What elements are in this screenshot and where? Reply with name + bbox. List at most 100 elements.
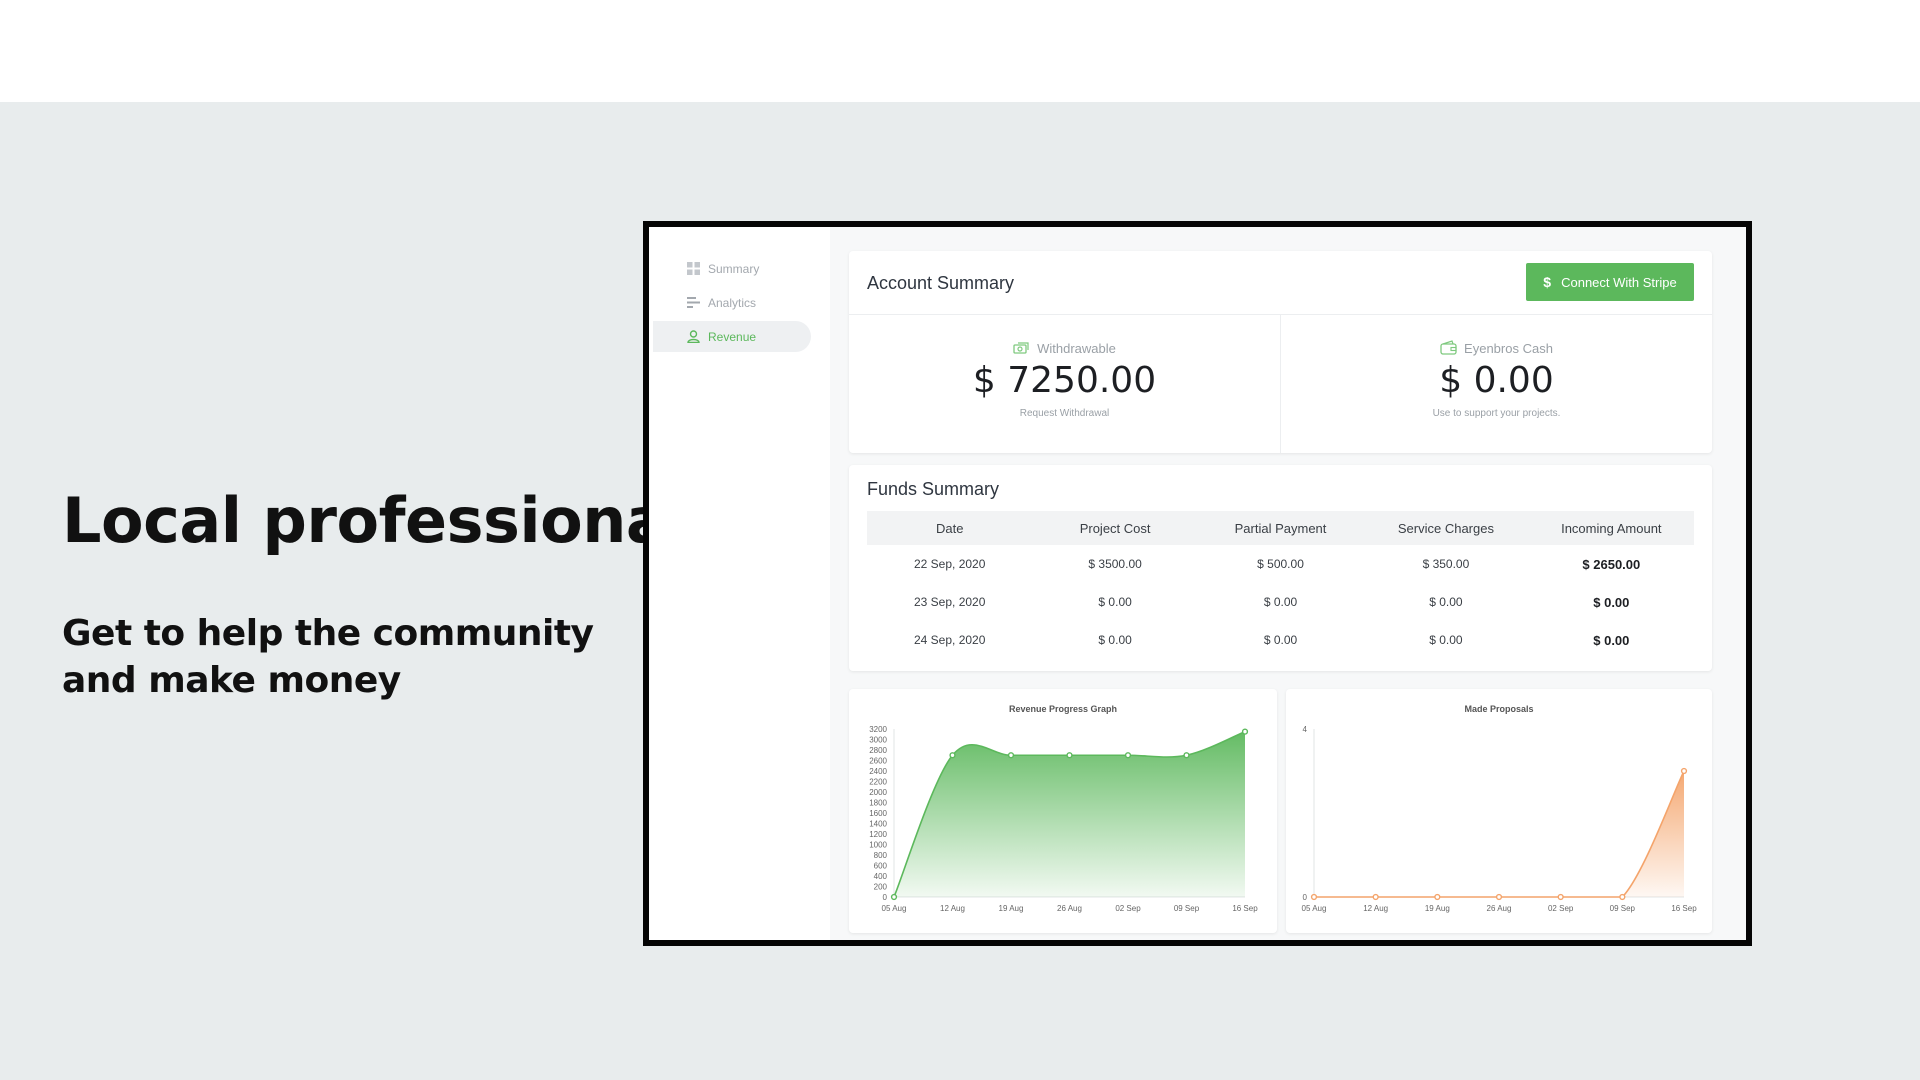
connect-stripe-button[interactable]: $ Connect With Stripe	[1526, 263, 1694, 301]
x-tick-label: 16 Sep	[1232, 904, 1258, 913]
funds-summary-card: Funds Summary Date Project Cost Partial …	[849, 465, 1712, 671]
y-tick-label: 400	[874, 872, 888, 881]
dollar-icon: $	[1543, 274, 1552, 290]
withdrawable-panel: Withdrawable $ 7250.00 Request Withdrawa…	[849, 314, 1280, 453]
sidebar-item-label: Analytics	[708, 295, 757, 310]
y-tick-label: 2800	[869, 746, 887, 755]
x-tick-label: 05 Aug	[882, 904, 907, 913]
x-tick-label: 05 Aug	[1302, 904, 1327, 913]
table-cell: 22 Sep, 2020	[914, 557, 986, 571]
sidebar-item-label: Summary	[708, 261, 760, 276]
withdrawable-amount: $ 7250.00	[972, 360, 1157, 401]
column-header: Partial Payment	[1234, 520, 1327, 536]
y-tick-label: 600	[874, 862, 888, 871]
data-point	[890, 893, 898, 901]
series-area	[1314, 771, 1684, 897]
y-tick-label: 200	[874, 883, 888, 892]
funds-table: Date Project Cost Partial Payment Servic…	[867, 511, 1694, 659]
data-point	[1124, 752, 1132, 759]
table-cell: $ 0.00	[1263, 633, 1298, 647]
grid-icon	[687, 262, 700, 275]
app-screenshot-frame: Summary Analytics Revenue Account Summar…	[643, 221, 1752, 946]
funds-summary-title: Funds Summary	[867, 479, 1000, 499]
x-tick-label: 09 Sep	[1174, 904, 1200, 913]
y-tick-label: 2400	[869, 767, 887, 776]
chart-title: Made Proposals	[1464, 704, 1533, 714]
table-cell: $ 0.00	[1429, 595, 1463, 609]
cash-label: Eyenbros Cash	[1464, 340, 1553, 356]
table-cell: 23 Sep, 2020	[914, 595, 986, 609]
column-header: Service Charges	[1397, 520, 1494, 536]
user-icon	[687, 330, 700, 343]
table-cell: $ 500.00	[1257, 557, 1304, 571]
table-cell: $ 0.00	[1098, 595, 1132, 609]
y-tick-label: 2600	[869, 757, 887, 766]
y-tick-label: 3000	[869, 736, 887, 745]
bars-icon	[687, 297, 700, 308]
made-proposals-chart: Made Proposals 0 4 05 Aug 12 Aug 19 Aug 26 Aug…	[1286, 689, 1712, 933]
sidebar-item-analytics[interactable]: Analytics	[653, 287, 811, 318]
y-tick-label: 1600	[869, 809, 887, 818]
y-tick-label: 800	[874, 851, 888, 860]
x-tick-label: 12 Aug	[940, 904, 965, 913]
connect-stripe-label: Connect With Stripe	[1561, 274, 1677, 290]
data-point	[1183, 752, 1190, 759]
column-header: Incoming Amount	[1561, 520, 1662, 536]
data-point	[1007, 752, 1015, 759]
y-tick-label: 2000	[869, 788, 887, 797]
sidebar-item-label: Revenue	[708, 329, 757, 344]
request-withdrawal-link[interactable]: Request Withdrawal	[849, 408, 1280, 419]
x-tick-label: 12 Aug	[1363, 904, 1388, 913]
series-line	[1313, 770, 1685, 898]
chart-title: Revenue Progress Graph	[1009, 704, 1117, 714]
cash-note: Use to support your projects.	[1432, 408, 1561, 419]
hero-subtitle: Get to help the community and make money	[62, 613, 594, 701]
table-header: Date Project Cost Partial Payment Servic…	[867, 511, 1694, 545]
y-tick-label: 2200	[869, 778, 887, 787]
account-summary-card: Account Summary $ Connect With Stripe Wi…	[849, 251, 1712, 453]
y-tick-label: 4	[1303, 725, 1308, 734]
proposals-chart-svg: Made Proposals 0 4 05 Aug 12 Aug 19 Aug 26 Aug…	[1302, 704, 1698, 913]
y-tick-label: 1200	[869, 830, 887, 839]
data-point	[1557, 893, 1564, 901]
top-bar	[0, 0, 1920, 102]
table-cell: $ 3500.00	[1088, 557, 1142, 571]
data-point	[1310, 893, 1318, 901]
table-cell: $ 2650.00	[1582, 556, 1641, 572]
y-tick-label: 0	[1303, 893, 1308, 902]
column-header: Project Cost	[1079, 520, 1151, 536]
revenue-progress-chart: Revenue Progress Graph 0 200 400 600 800 1000 1…	[849, 689, 1277, 933]
data-point	[949, 752, 956, 759]
data-point	[1066, 752, 1073, 759]
table-cell: $ 0.00	[1429, 633, 1463, 647]
x-tick-label: 26 Aug	[1057, 904, 1082, 913]
x-tick-label: 19 Aug	[999, 904, 1024, 913]
y-tick-label: 3200	[869, 725, 887, 734]
sidebar: Summary Analytics Revenue	[649, 227, 830, 940]
y-tick-label: 1000	[869, 841, 887, 850]
y-tick-label: 0	[883, 893, 888, 902]
y-tick-label: 1800	[869, 799, 887, 808]
y-tick-label: 1400	[869, 820, 887, 829]
table-row: 22 Sep, 2020 $ 3500.00 $ 500.00 $ 350.00…	[867, 545, 1694, 583]
x-tick-label: 19 Aug	[1425, 904, 1450, 913]
data-point	[1372, 893, 1379, 901]
table-row: 24 Sep, 2020 $ 0.00 $ 0.00 $ 0.00 $ 0.00	[867, 621, 1694, 659]
table-cell: $ 350.00	[1422, 557, 1470, 571]
revenue-chart-svg: Revenue Progress Graph 0200 400600 8001000 1…	[869, 704, 1258, 913]
sidebar-item-summary[interactable]: Summary	[653, 253, 811, 284]
wallet-icon	[1440, 340, 1457, 355]
x-tick-label: 09 Sep	[1610, 904, 1636, 913]
money-icon	[1013, 342, 1029, 354]
table-cell: $ 0.00	[1263, 595, 1298, 609]
table-row: 23 Sep, 2020 $ 0.00 $ 0.00 $ 0.00 $ 0.00	[867, 583, 1694, 621]
table-cell: $ 0.00	[1593, 632, 1630, 648]
hero-title: Local professionals	[62, 484, 725, 557]
cash-panel: Eyenbros Cash $ 0.00 Use to support your…	[1281, 314, 1712, 453]
data-point	[1680, 767, 1688, 775]
data-point	[1495, 893, 1503, 901]
table-cell: $ 0.00	[1593, 594, 1630, 610]
data-point	[1619, 893, 1626, 901]
sidebar-item-revenue[interactable]: Revenue	[653, 321, 811, 352]
table-cell: 24 Sep, 2020	[914, 633, 986, 647]
